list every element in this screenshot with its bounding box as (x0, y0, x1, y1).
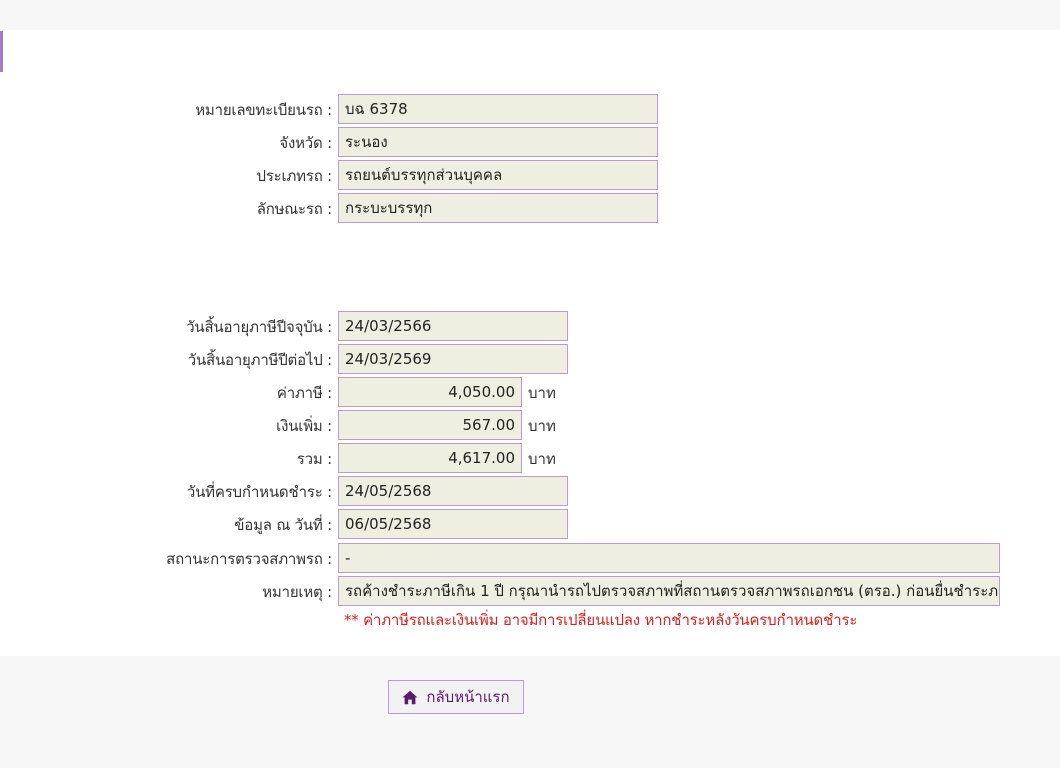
data-as-of-label: ข้อมูล ณ วันที่ : (234, 516, 332, 534)
current-expiry-field: 24/03/2566 (338, 311, 568, 341)
vehicle-type-field: รถยนต์บรรทุกส่วนบุคคล (338, 160, 658, 190)
next-expiry-field: 24/03/2569 (338, 344, 568, 374)
remark-label: หมายเหตุ : (262, 583, 332, 601)
home-button-label: กลับหน้าแรก (426, 688, 510, 706)
surcharge-label: เงินเพิ่ม : (276, 417, 332, 435)
surcharge-unit: บาท (528, 417, 556, 435)
tax-amount-field: 4,050.00 (338, 377, 522, 407)
due-date-field: 24/05/2568 (338, 476, 568, 506)
total-label: รวม : (296, 450, 332, 468)
accent-bar (0, 31, 3, 72)
home-icon (402, 690, 418, 705)
total-field: 4,617.00 (338, 443, 522, 473)
price-change-warning: ** ค่าภาษีรถและเงินเพิ่ม อาจมีการเปลี่ยน… (344, 611, 858, 629)
surcharge-field: 567.00 (338, 410, 522, 440)
due-date-label: วันที่ครบกำหนดชำระ : (186, 483, 332, 501)
province-field: ระนอง (338, 127, 658, 157)
home-button[interactable]: กลับหน้าแรก (388, 680, 524, 714)
plate-field: บฉ 6378 (338, 94, 658, 124)
inspection-status-field: - (338, 543, 1000, 573)
plate-label: หมายเลขทะเบียนรถ : (195, 101, 332, 119)
vehicle-style-field: กระบะบรรทุก (338, 193, 658, 223)
current-expiry-label: วันสิ้นอายุภาษีปีจจุบัน : (186, 318, 332, 336)
vehicle-type-label: ประเภทรถ : (256, 167, 333, 185)
inspection-status-label: สถานะการตรวจสภาพรถ : (166, 550, 332, 568)
data-as-of-field: 06/05/2568 (338, 509, 568, 539)
vehicle-style-label: ลักษณะรถ : (256, 200, 332, 218)
tax-amount-label: ค่าภาษี : (276, 384, 332, 402)
remark-field: รถค้างชำระภาษีเกิน 1 ปี กรุณานำรถไปตรวจส… (338, 576, 1000, 606)
total-unit: บาท (528, 450, 556, 468)
province-label: จังหวัด : (279, 134, 332, 152)
next-expiry-label: วันสิ้นอายุภาษีปีต่อไป : (187, 351, 332, 369)
tax-amount-unit: บาท (528, 384, 556, 402)
